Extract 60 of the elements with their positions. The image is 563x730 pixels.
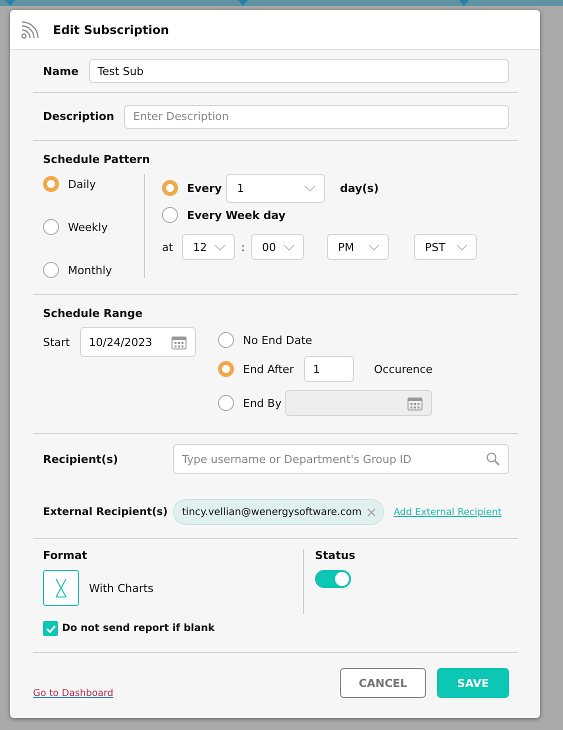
radio-button[interactable] <box>218 395 234 411</box>
chart-format-option[interactable] <box>43 570 79 606</box>
radio-button[interactable] <box>43 262 59 278</box>
rss-icon <box>21 20 39 38</box>
chevron-down-icon <box>214 244 226 250</box>
radio-label: End After <box>243 362 294 376</box>
recipients-search-field[interactable]: Type username or Department's Group ID <box>173 444 509 474</box>
dialog-title: Edit Subscription <box>53 22 170 36</box>
at-label: at <box>162 240 174 254</box>
occurrence-input[interactable]: 1 <box>304 356 354 382</box>
radio-button[interactable] <box>218 332 234 348</box>
occurrence-label: Occurence <box>374 362 433 376</box>
recipients-label: Recipient(s) <box>43 452 120 466</box>
radio-label: No End Date <box>243 334 312 346</box>
radio-label: Every Week day <box>187 208 286 222</box>
checkbox[interactable] <box>43 621 58 636</box>
radio-button[interactable] <box>162 180 178 196</box>
calendar-icon <box>407 396 423 410</box>
section-title: Schedule Pattern <box>43 153 150 166</box>
check-icon <box>46 624 56 632</box>
hour-dropdown[interactable]: 12 <box>182 234 235 260</box>
start-date-field[interactable]: 10/24/2023 <box>80 327 196 357</box>
name-input[interactable]: Test Sub <box>88 59 509 83</box>
time-separator: : <box>240 240 246 254</box>
radio-label: Daily <box>68 178 96 190</box>
email-chip[interactable]: tincy.vellian@wenergysoftware.com <box>173 499 384 525</box>
close-icon[interactable] <box>366 508 376 516</box>
chevron-down-icon <box>456 244 468 250</box>
description-label: Description <box>43 110 114 123</box>
radio-button[interactable] <box>43 176 59 192</box>
status-toggle[interactable] <box>315 570 351 588</box>
timezone-dropdown[interactable]: PST <box>414 234 477 260</box>
radio-button[interactable] <box>43 219 59 235</box>
dashboard-link[interactable]: Go to Dashboard <box>33 688 114 699</box>
radio-button[interactable] <box>162 207 178 223</box>
radio-label: Monthly <box>68 264 112 276</box>
format-label: Format <box>43 549 88 562</box>
interval-dropdown[interactable]: 1 <box>226 174 325 202</box>
cancel-button[interactable]: CANCEL <box>340 668 426 698</box>
chevron-down-icon <box>283 244 295 250</box>
start-label: Start <box>43 336 70 348</box>
unit-label: day(s) <box>340 182 379 194</box>
status-label: Status <box>315 549 356 562</box>
external-recipients-label: External Recipient(s) <box>43 506 169 518</box>
chevron-down-icon <box>368 244 380 250</box>
radio-button[interactable] <box>218 361 234 377</box>
checkbox-label: Do not send report if blank <box>62 623 215 634</box>
radio-label: Weekly <box>68 220 108 234</box>
description-input[interactable]: Enter Description <box>124 104 509 128</box>
radio-label: Every <box>187 182 222 194</box>
format-option-label: With Charts <box>89 582 154 594</box>
calendar-icon <box>170 334 187 350</box>
radio-label: End By <box>243 396 282 410</box>
search-icon <box>486 452 500 466</box>
section-title: Schedule Range <box>43 307 143 320</box>
end-date-field[interactable] <box>285 390 432 416</box>
name-label: Name <box>43 64 79 78</box>
minute-dropdown[interactable]: 00 <box>251 234 304 260</box>
chevron-down-icon <box>304 184 316 192</box>
meridiem-dropdown[interactable]: PM <box>327 234 389 260</box>
